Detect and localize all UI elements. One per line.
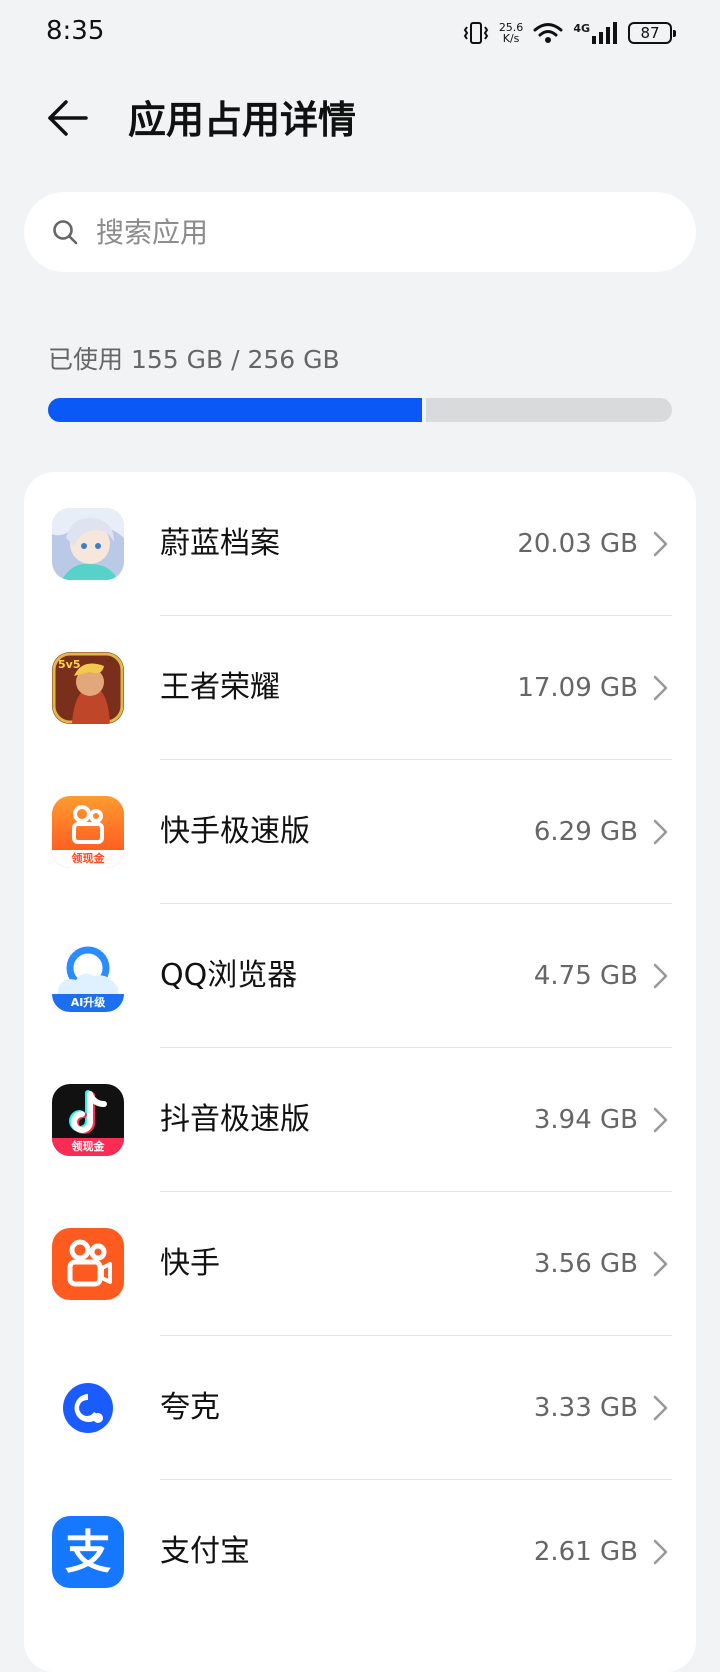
kuaishou-app-icon: [52, 1228, 124, 1300]
svg-text:5v5: 5v5: [58, 658, 80, 671]
status-bar: 8:35 25.6 K/s 4G 87: [0, 0, 720, 68]
app-name: 夸克: [160, 1390, 220, 1425]
app-name: 王者荣耀: [160, 670, 280, 705]
battery-indicator: 87: [628, 22, 676, 44]
kuaishou-lite-app-icon: 领现金: [52, 796, 124, 868]
alipay-glyph: 支: [65, 1525, 111, 1579]
back-arrow-icon: [44, 98, 88, 142]
chevron-right-icon: [653, 1539, 668, 1565]
app-icon-badge: AI升级: [70, 996, 106, 1009]
net-speed: 25.6 K/s: [499, 22, 524, 44]
qq-browser-app-icon: AI升级: [52, 940, 124, 1012]
chevron-right-icon: [653, 1395, 668, 1421]
net-speed-unit: K/s: [502, 32, 520, 45]
chevron-right-icon: [653, 819, 668, 845]
app-name: 抖音极速版: [160, 1102, 310, 1137]
app-list-item[interactable]: 夸克 3.33 GB: [24, 1336, 696, 1480]
storage-usage-label: 已使用 155 GB / 256 GB: [48, 345, 340, 374]
storage-usage-fill: [48, 398, 426, 422]
app-name: 快手: [160, 1246, 220, 1281]
chevron-right-icon: [653, 531, 668, 557]
status-time: 8:35: [46, 16, 105, 46]
network-type: 4G: [573, 22, 590, 35]
battery-level: 87: [640, 24, 660, 42]
app-size: 3.94 GB: [533, 1105, 638, 1135]
app-size: 20.03 GB: [517, 529, 638, 559]
app-list-item[interactable]: 领现金 抖音极速版 3.94 GB: [24, 1048, 696, 1192]
alipay-app-icon: 支: [52, 1516, 124, 1588]
page-title: 应用占用详情: [128, 98, 357, 142]
app-icon-badge: 领现金: [71, 852, 105, 865]
wifi-icon: [533, 22, 563, 44]
douyin-lite-app-icon: 领现金: [52, 1084, 124, 1156]
app-name: 支付宝: [160, 1534, 250, 1569]
app-list-item[interactable]: 5v5 王者荣耀 17.09 GB: [24, 616, 696, 760]
quark-app-icon: [52, 1372, 124, 1444]
signal-icon: 4G: [573, 22, 618, 44]
app-list-item[interactable]: 支 支付宝 2.61 GB: [24, 1480, 696, 1624]
app-size: 2.61 GB: [533, 1537, 638, 1567]
app-list-item[interactable]: AI升级 QQ浏览器 4.75 GB: [24, 904, 696, 1048]
search-bar[interactable]: [24, 192, 696, 272]
storage-usage-bar: [48, 398, 672, 422]
chevron-right-icon: [653, 1251, 668, 1277]
app-list-item[interactable]: 领现金 快手极速版 6.29 GB: [24, 760, 696, 904]
app-size: 4.75 GB: [533, 961, 638, 991]
app-name: 快手极速版: [160, 814, 310, 849]
back-button[interactable]: [44, 96, 100, 144]
app-name: 蔚蓝档案: [160, 526, 280, 561]
blue-archive-app-icon: [52, 508, 124, 580]
search-input[interactable]: [94, 214, 658, 250]
chevron-right-icon: [653, 963, 668, 989]
honor-of-kings-app-icon: 5v5: [52, 652, 124, 724]
vibrate-icon: [463, 21, 489, 45]
app-size: 17.09 GB: [517, 673, 638, 703]
app-list-item[interactable]: 快手 3.56 GB: [24, 1192, 696, 1336]
header: 应用占用详情: [0, 88, 720, 152]
search-icon: [50, 217, 80, 247]
status-icons: 25.6 K/s 4G 87: [463, 18, 676, 48]
app-size: 6.29 GB: [533, 817, 638, 847]
app-icon-badge: 领现金: [71, 1140, 105, 1153]
chevron-right-icon: [653, 675, 668, 701]
app-name: QQ浏览器: [160, 958, 298, 993]
chevron-right-icon: [653, 1107, 668, 1133]
app-list-item[interactable]: 蔚蓝档案 20.03 GB: [24, 472, 696, 616]
app-size: 3.33 GB: [533, 1393, 638, 1423]
app-size: 3.56 GB: [533, 1249, 638, 1279]
app-list: 蔚蓝档案 20.03 GB 5v5 王者荣耀 17.09 GB 领现金 快手极速…: [24, 472, 696, 1672]
